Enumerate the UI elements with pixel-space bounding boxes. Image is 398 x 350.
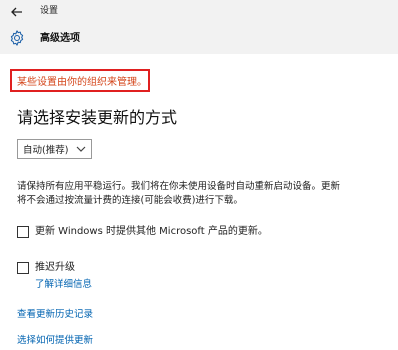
defer-upgrades-option[interactable]: 推迟升级 <box>17 262 75 274</box>
update-history-link[interactable]: 查看更新历史记录 <box>17 306 93 320</box>
chevron-down-icon <box>76 146 86 152</box>
microsoft-products-checkbox[interactable] <box>17 226 29 238</box>
install-mode-dropdown[interactable]: 自动(推荐) <box>17 139 92 159</box>
page-title: 高级选项 <box>40 33 80 44</box>
gear-icon <box>10 30 24 46</box>
microsoft-products-label: 更新 Windows 时提供其他 Microsoft 产品的更新。 <box>35 226 268 237</box>
microsoft-products-option[interactable]: 更新 Windows 时提供其他 Microsoft 产品的更新。 <box>17 226 268 238</box>
update-description: 请保持所有应用平稳运行。我们将在你未使用设备时自动重新启动设备。更新将不会通过按… <box>17 181 341 206</box>
notice-text: 某些设置由你的组织来管理。 <box>17 77 147 88</box>
back-button[interactable] <box>6 2 28 22</box>
section-heading: 请选择安装更新的方式 <box>17 108 178 127</box>
title-bar: 设置 <box>0 0 398 24</box>
defer-upgrades-label: 推迟升级 <box>35 262 75 273</box>
choose-delivery-link[interactable]: 选择如何提供更新 <box>17 332 93 346</box>
managed-by-organization-notice: 某些设置由你的组织来管理。 <box>10 69 150 92</box>
dropdown-selected-value: 自动(推荐) <box>23 145 69 156</box>
learn-more-link[interactable]: 了解详细信息 <box>35 276 92 290</box>
back-arrow-icon <box>11 7 22 17</box>
page-header: 高级选项 <box>0 24 398 54</box>
defer-upgrades-checkbox[interactable] <box>17 262 29 274</box>
app-title: 设置 <box>40 6 59 16</box>
